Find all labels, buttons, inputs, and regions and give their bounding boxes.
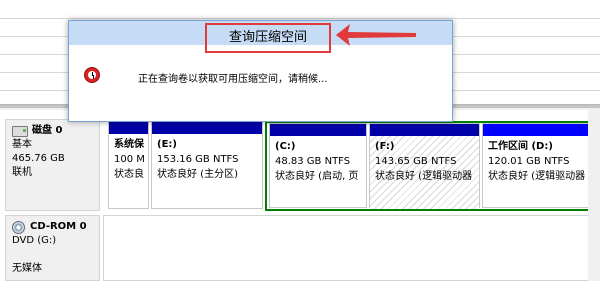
partition-size: 100 M xyxy=(114,154,145,165)
partition-name: (E:) xyxy=(157,139,177,150)
partition-name: (C:) xyxy=(275,141,296,152)
disk-0-label[interactable]: 磁盘 0 基本 465.76 GB 联机 xyxy=(5,119,100,211)
partition-status: 状态良好 (主分区) xyxy=(157,169,238,180)
partition-system-reserved[interactable]: 系统保 100 M 状态良 xyxy=(108,121,149,209)
cd-rom-icon xyxy=(12,220,25,234)
vertical-scrollbar[interactable] xyxy=(588,110,600,281)
disk-0-status: 联机 xyxy=(12,167,32,178)
dialog-message: 正在查询卷以获取可用压缩空间，请稍候... xyxy=(138,74,328,85)
partition-status: 状态良好 (逻辑驱动器 xyxy=(375,171,473,182)
dialog-title: 查询压缩空间 xyxy=(205,23,331,53)
disk-0-name: 磁盘 0 xyxy=(32,125,63,136)
cdrom-0-media-area xyxy=(103,215,590,281)
cdrom-0-name: CD-ROM 0 xyxy=(30,221,87,232)
cdrom-0-status: 无媒体 xyxy=(12,263,42,274)
partition-size: 48.83 GB NTFS xyxy=(275,156,351,167)
cdrom-0-label[interactable]: CD-ROM 0 DVD (G:) 无媒体 xyxy=(5,215,100,281)
partition-status: 状态良好 (逻辑驱动器 xyxy=(488,171,586,182)
partition-size: 153.16 GB NTFS xyxy=(157,154,239,165)
partition-e[interactable]: (E:) 153.16 GB NTFS 状态良好 (主分区) xyxy=(151,121,263,209)
partition-d[interactable]: 工作区间 (D:) 120.01 GB NTFS 状态良好 (逻辑驱动器 xyxy=(482,123,590,208)
cdrom-0-type: DVD (G:) xyxy=(12,235,57,246)
disk-0-type: 基本 xyxy=(12,139,32,150)
partition-name: 系统保 xyxy=(114,139,144,150)
partition-status: 状态良 xyxy=(114,169,144,180)
partition-status: 状态良好 (启动, 页 xyxy=(275,171,359,182)
partition-name: 工作区间 (D:) xyxy=(488,141,553,152)
partition-c[interactable]: (C:) 48.83 GB NTFS 状态良好 (启动, 页 xyxy=(269,123,367,208)
clock-icon xyxy=(84,67,100,83)
disk-0-size: 465.76 GB xyxy=(12,153,65,164)
partition-name: (F:) xyxy=(375,141,395,152)
partition-size: 143.65 GB NTFS xyxy=(375,156,457,167)
annotation-arrow-icon xyxy=(336,24,416,46)
hard-disk-icon xyxy=(12,125,28,137)
partition-size: 120.01 GB NTFS xyxy=(488,156,570,167)
partition-f[interactable]: (F:) 143.65 GB NTFS 状态良好 (逻辑驱动器 xyxy=(369,123,480,209)
